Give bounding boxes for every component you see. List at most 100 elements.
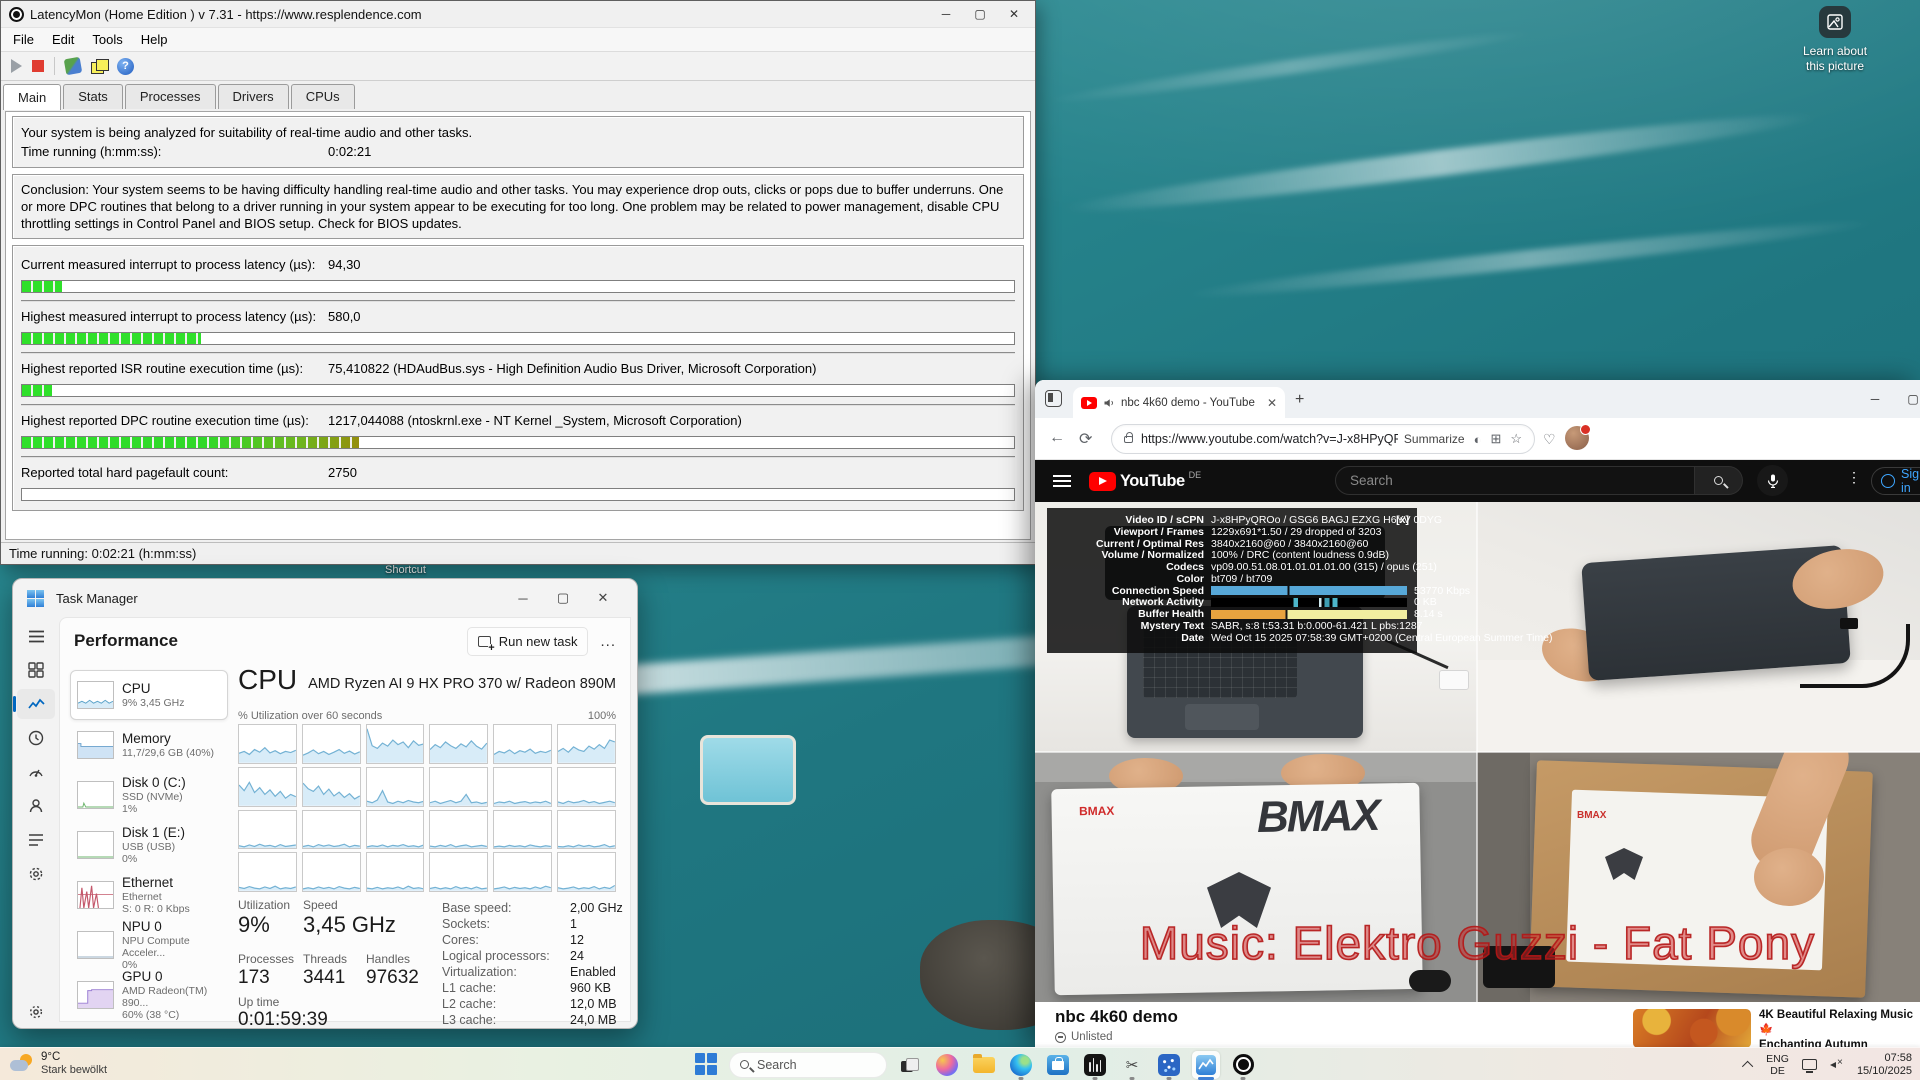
metric-label: Reported total hard pagefault count:: [21, 465, 228, 480]
minimize-button[interactable]: ─: [503, 591, 543, 606]
mixer-app-button[interactable]: [1081, 1051, 1109, 1079]
ethernet-mini-graph: [77, 881, 114, 909]
edge-button[interactable]: [1007, 1051, 1035, 1079]
address-bar[interactable]: https://www.youtube.com/watch?v=J-x8HPyQ…: [1111, 424, 1535, 454]
youtube-search-input[interactable]: Search: [1335, 466, 1695, 495]
sidebar-item-cpu[interactable]: CPU9% 3,45 GHz: [70, 670, 228, 720]
copy-report-icon[interactable]: [91, 59, 107, 73]
minimize-button[interactable]: ─: [929, 4, 963, 24]
sidebar-item-disk0[interactable]: Disk 0 (C:)SSD (NVMe)1%: [70, 770, 228, 820]
voice-search-button[interactable]: [1757, 465, 1788, 496]
minimize-button[interactable]: ─: [1855, 380, 1895, 418]
menu-file[interactable]: File: [5, 30, 42, 49]
new-tab-button[interactable]: +: [1295, 391, 1304, 409]
more-options-button[interactable]: ...: [600, 633, 616, 650]
utilization-axis-max: 100%: [588, 710, 616, 722]
nav-processes-icon[interactable]: [17, 655, 55, 685]
learn-about-picture-widget[interactable]: Learn about this picture: [1796, 6, 1874, 74]
nav-performance-icon[interactable]: [17, 689, 55, 719]
copilot-button[interactable]: [933, 1051, 961, 1079]
nav-users-icon[interactable]: [17, 791, 55, 821]
sidebar-item-ethernet[interactable]: EthernetEthernetS: 0 R: 0 Kbps: [70, 870, 228, 920]
disk0-mini-graph: [77, 781, 114, 809]
task-manager-button[interactable]: [1192, 1051, 1220, 1079]
youtube-logo[interactable]: YouTube DE: [1089, 472, 1201, 491]
close-button[interactable]: ✕: [583, 590, 623, 606]
tab-audio-icon[interactable]: [1103, 397, 1115, 409]
menu-tools[interactable]: Tools: [84, 30, 130, 49]
start-button[interactable]: [692, 1051, 720, 1079]
maximize-button[interactable]: ▢: [1893, 380, 1920, 418]
clock[interactable]: 07:58 15/10/2025: [1857, 1052, 1912, 1078]
tab-stats[interactable]: Stats: [63, 84, 123, 109]
box-brand-red-small: BMAX: [1577, 810, 1606, 821]
maximize-button[interactable]: ▢: [543, 590, 583, 606]
tab-main[interactable]: Main: [3, 84, 61, 110]
kebab-menu-icon[interactable]: ⋮: [1847, 469, 1861, 486]
run-new-task-button[interactable]: Run new task: [467, 627, 589, 656]
core-graph-cell: [302, 852, 361, 892]
sidebar-item-npu[interactable]: NPU 0NPU Compute Acceler...0%: [70, 920, 228, 970]
tab-actions-icon[interactable]: [1045, 390, 1062, 407]
sign-in-button[interactable]: Sign in: [1871, 467, 1920, 495]
nav-startup-apps-icon[interactable]: [17, 757, 55, 787]
youtube-search-button[interactable]: [1695, 466, 1743, 495]
sidebar-item-gpu[interactable]: GPU 0AMD Radeon(TM) 890...60% (38 °C): [70, 970, 228, 1020]
refresh-icon[interactable]: ⟳: [1079, 429, 1092, 449]
latencymon-button[interactable]: [1229, 1051, 1257, 1079]
latencymon-titlebar[interactable]: LatencyMon (Home Edition ) v 7.31 - http…: [1, 1, 1035, 27]
recommendation-thumbnail[interactable]: [1633, 1009, 1751, 1048]
maximize-button[interactable]: ▢: [963, 4, 997, 24]
menu-edit[interactable]: Edit: [44, 30, 82, 49]
edge-icon: [1010, 1054, 1032, 1076]
language-indicator[interactable]: ENG DE: [1766, 1053, 1789, 1077]
stop-monitor-icon[interactable]: [32, 60, 44, 72]
tab-cpus[interactable]: CPUs: [291, 84, 355, 109]
hidden-icons-chevron[interactable]: [1742, 1060, 1753, 1071]
summarize-button[interactable]: Summarize: [1404, 432, 1465, 446]
menu-help[interactable]: Help: [133, 30, 176, 49]
tools-icon[interactable]: [64, 57, 83, 76]
tab-processes[interactable]: Processes: [125, 84, 216, 109]
tab-drivers[interactable]: Drivers: [218, 84, 289, 109]
volume-muted-icon[interactable]: [1830, 1059, 1844, 1071]
picture-icon[interactable]: [1819, 6, 1851, 38]
profile-avatar[interactable]: [1565, 426, 1589, 450]
browser-essentials-icon[interactable]: ♡: [1543, 431, 1556, 448]
start-monitor-icon[interactable]: [11, 59, 22, 73]
latencymon-menubar: File Edit Tools Help: [1, 27, 1035, 51]
nav-details-icon[interactable]: [17, 825, 55, 855]
stats-close-button[interactable]: [x]: [1396, 515, 1409, 526]
task-view-button[interactable]: [896, 1051, 924, 1079]
split-screen-icon[interactable]: ⊞: [1490, 431, 1501, 447]
active-tab[interactable]: nbc 4k60 demo - YouTube ✕: [1073, 387, 1285, 418]
metric-row: Highest reported ISR routine execution t…: [21, 354, 1015, 406]
spec-row: L3 cache:24,0 MB: [442, 1012, 617, 1028]
file-explorer-button[interactable]: [970, 1051, 998, 1079]
url-text[interactable]: https://www.youtube.com/watch?v=J-x8HPyQ…: [1141, 432, 1398, 446]
ai-app-button[interactable]: [1155, 1051, 1183, 1079]
help-icon[interactable]: ?: [117, 58, 134, 75]
weather-widget[interactable]: 9°C Stark bewölkt: [10, 1050, 107, 1077]
favorite-star-icon[interactable]: ☆: [1510, 431, 1522, 447]
desktop-shortcut-label[interactable]: Shortcut: [385, 564, 426, 576]
nav-app-history-icon[interactable]: [17, 723, 55, 753]
sidebar-item-disk1[interactable]: Disk 1 (E:)USB (USB)0%: [70, 820, 228, 870]
task-manager-titlebar[interactable]: Task Manager ─ ▢ ✕: [13, 579, 637, 617]
close-button[interactable]: ✕: [997, 4, 1031, 24]
video-player[interactable]: BMAX BMAX BMAX [x] Video ID / sCPNJ-x8HP…: [1035, 502, 1920, 1002]
back-icon[interactable]: ←: [1049, 429, 1065, 447]
nav-services-icon[interactable]: [17, 859, 55, 889]
taskbar-search[interactable]: Search: [729, 1052, 887, 1078]
store-button[interactable]: [1044, 1051, 1072, 1079]
recommendation-title[interactable]: 4K Beautiful Relaxing Music 🍁 Enchanting…: [1759, 1008, 1914, 1048]
tab-close-icon[interactable]: ✕: [1267, 396, 1277, 410]
youtube-menu-icon[interactable]: [1053, 475, 1071, 487]
sidebar-item-memory[interactable]: Memory11,7/29,6 GB (40%): [70, 720, 228, 770]
settings-gear-icon[interactable]: [13, 1004, 59, 1020]
rock-pool: [700, 735, 796, 805]
hamburger-icon[interactable]: [17, 621, 55, 651]
snipping-tool-button[interactable]: ✂: [1118, 1051, 1146, 1079]
network-icon[interactable]: [1802, 1059, 1817, 1070]
copilot-icon[interactable]: ◐: [1474, 432, 1482, 447]
